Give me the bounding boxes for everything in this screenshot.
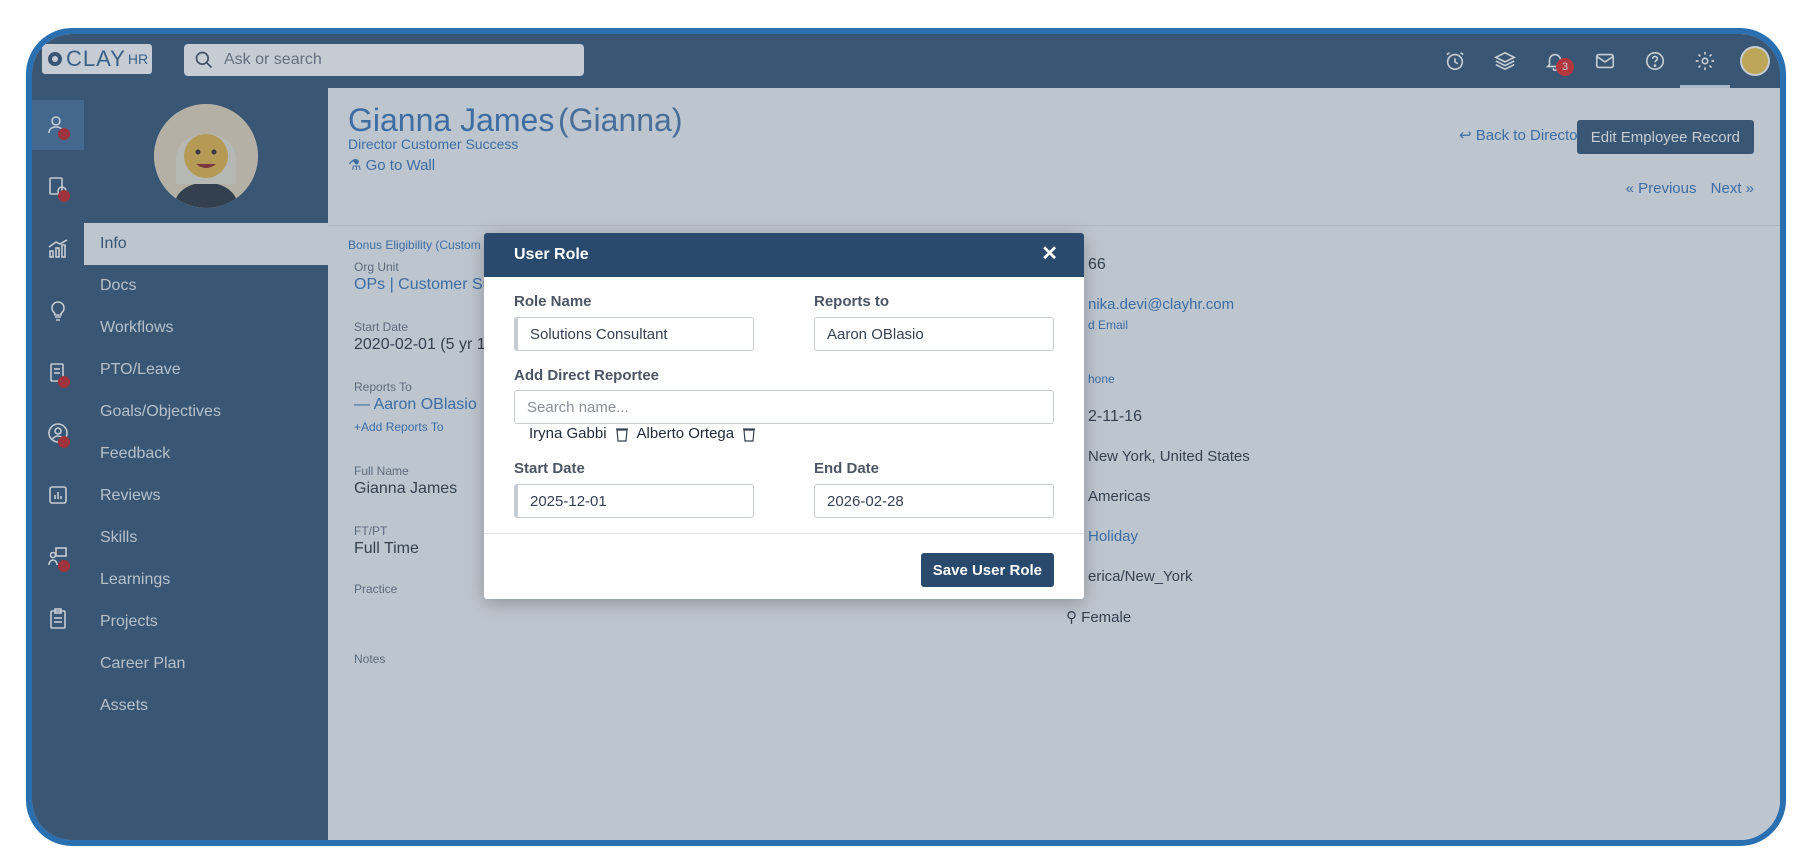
end-date-field-label: End Date [814,460,880,477]
start-date-field-value: 2025-12-01 [530,492,607,510]
start-date-field[interactable]: 2025-12-01 [514,484,754,518]
reportee-name: Alberto Ortega [636,425,735,442]
modal-footer-divider [484,533,1084,534]
end-date-field-value: 2026-02-28 [827,492,904,510]
reportee-chip: Alberto Ortega [637,425,757,442]
reportee-chip: Iryna Gabbi [529,425,629,442]
save-user-role-button[interactable]: Save User Role [920,553,1054,587]
start-date-field-label: Start Date [514,460,585,477]
role-name-value: Solutions Consultant [530,325,668,343]
trash-icon[interactable] [615,426,629,442]
role-name-label: Role Name [514,293,592,310]
reports-to-field[interactable]: Aaron OBlasio [814,317,1054,351]
user-role-modal: User Role ✕ Role Name Solutions Consulta… [484,233,1084,599]
modal-title: User Role [514,246,589,263]
app-frame: CLAY HR Ask or search 3 Info Docs Workfl… [26,28,1786,846]
reportee-chips: Iryna Gabbi Alberto Ortega [529,425,764,442]
reportee-search-input[interactable]: Search name... [514,390,1054,424]
add-reportee-label: Add Direct Reportee [514,367,660,384]
reportee-search-placeholder: Search name... [527,398,629,416]
trash-icon[interactable] [742,426,756,442]
reportee-name: Iryna Gabbi [529,425,607,442]
reports-to-field-label: Reports to [814,293,889,310]
modal-header: User Role ✕ [484,233,1084,277]
role-name-field[interactable]: Solutions Consultant [514,317,754,351]
close-icon[interactable]: ✕ [1041,241,1058,266]
end-date-field[interactable]: 2026-02-28 [814,484,1054,518]
reports-to-field-value: Aaron OBlasio [827,325,924,343]
